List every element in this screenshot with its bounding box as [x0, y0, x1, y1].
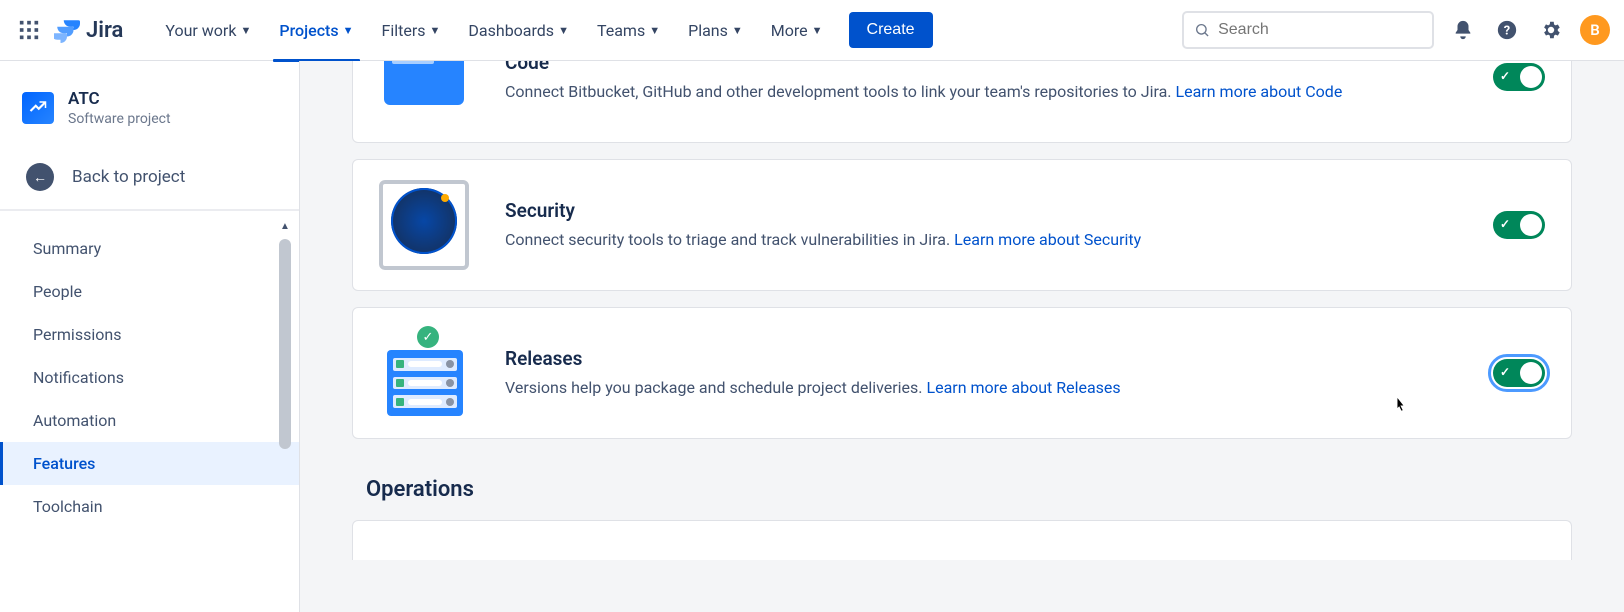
- nav-your-work[interactable]: Your work▼: [153, 0, 263, 61]
- nav-more[interactable]: More▼: [759, 0, 835, 61]
- nav-plans[interactable]: Plans▼: [676, 0, 755, 61]
- main-content: Code Connect Bitbucket, GitHub and other…: [300, 61, 1624, 612]
- feature-title: Security: [505, 199, 1457, 222]
- notifications-icon[interactable]: [1448, 15, 1478, 45]
- sidebar-item-permissions[interactable]: Permissions: [0, 313, 299, 356]
- top-nav: Jira Your work▼ Projects▼ Filters▼ Dashb…: [0, 0, 1624, 61]
- code-feature-icon: [379, 61, 469, 122]
- sidebar-list: Summary People Permissions Notifications…: [0, 221, 299, 528]
- app-switcher-icon[interactable]: [14, 15, 44, 45]
- feature-title: Code: [505, 61, 1457, 74]
- jira-logo-icon: [54, 17, 80, 43]
- toggle-security[interactable]: ✓: [1493, 211, 1545, 239]
- project-header: ATC Software project: [0, 89, 299, 153]
- sidebar-item-summary[interactable]: Summary: [0, 227, 299, 270]
- chevron-down-icon: ▼: [430, 24, 441, 37]
- settings-icon[interactable]: [1536, 15, 1566, 45]
- chevron-down-icon: ▼: [558, 24, 569, 37]
- back-label: Back to project: [72, 167, 185, 187]
- search-box[interactable]: [1182, 11, 1434, 49]
- nav-left: Jira Your work▼ Projects▼ Filters▼ Dashb…: [14, 0, 933, 61]
- security-feature-icon: [379, 180, 469, 270]
- sidebar-scroll: Summary People Permissions Notifications…: [0, 221, 299, 561]
- sidebar-item-notifications[interactable]: Notifications: [0, 356, 299, 399]
- help-icon[interactable]: ?: [1492, 15, 1522, 45]
- create-button[interactable]: Create: [849, 12, 933, 48]
- divider: [0, 209, 299, 211]
- sidebar-scrollbar[interactable]: ▲: [279, 221, 291, 561]
- search-icon: [1194, 21, 1210, 39]
- back-to-project[interactable]: ← Back to project: [0, 153, 299, 209]
- operations-section-title: Operations: [366, 477, 1572, 502]
- chevron-down-icon: ▼: [343, 24, 354, 37]
- learn-more-code[interactable]: Learn more about Code: [1176, 82, 1343, 101]
- sidebar-item-automation[interactable]: Automation: [0, 399, 299, 442]
- nav-right: ? B: [1182, 11, 1610, 49]
- svg-text:?: ?: [1504, 24, 1510, 39]
- jira-logo[interactable]: Jira: [54, 17, 123, 43]
- chevron-down-icon: ▼: [732, 24, 743, 37]
- feature-card-releases: ✓ Releases Versions help you package and…: [352, 307, 1572, 439]
- feature-card-code: Code Connect Bitbucket, GitHub and other…: [352, 61, 1572, 143]
- feature-desc: Versions help you package and schedule p…: [505, 376, 1457, 400]
- feature-desc: Connect security tools to triage and tra…: [505, 228, 1457, 252]
- releases-feature-icon: ✓: [379, 328, 469, 418]
- chevron-down-icon: ▼: [649, 24, 660, 37]
- feature-card-security: Security Connect security tools to triag…: [352, 159, 1572, 291]
- project-type: Software project: [68, 111, 171, 127]
- nav-teams[interactable]: Teams▼: [585, 0, 672, 61]
- nav-projects[interactable]: Projects▼: [267, 0, 365, 61]
- chevron-down-icon: ▼: [812, 24, 823, 37]
- learn-more-security[interactable]: Learn more about Security: [954, 230, 1141, 249]
- product-name: Jira: [86, 18, 123, 43]
- project-icon: [22, 92, 54, 124]
- feature-desc: Connect Bitbucket, GitHub and other deve…: [505, 80, 1457, 104]
- learn-more-releases[interactable]: Learn more about Releases: [926, 378, 1120, 397]
- nav-dashboards[interactable]: Dashboards▼: [456, 0, 581, 61]
- search-input[interactable]: [1218, 21, 1422, 39]
- sidebar: ATC Software project ← Back to project S…: [0, 61, 300, 612]
- nav-filters[interactable]: Filters▼: [370, 0, 453, 61]
- body: ATC Software project ← Back to project S…: [0, 61, 1624, 612]
- operations-card-partial: [352, 520, 1572, 560]
- back-arrow-icon: ←: [26, 163, 54, 191]
- sidebar-item-features[interactable]: Features: [0, 442, 299, 485]
- scroll-thumb[interactable]: [279, 239, 291, 449]
- project-name: ATC: [68, 89, 171, 109]
- chevron-down-icon: ▼: [240, 24, 251, 37]
- user-avatar[interactable]: B: [1580, 15, 1610, 45]
- scroll-up-icon[interactable]: ▲: [279, 221, 291, 233]
- toggle-releases[interactable]: ✓: [1493, 359, 1545, 387]
- sidebar-item-toolchain[interactable]: Toolchain: [0, 485, 299, 528]
- sidebar-item-people[interactable]: People: [0, 270, 299, 313]
- feature-title: Releases: [505, 347, 1457, 370]
- toggle-code[interactable]: ✓: [1493, 63, 1545, 91]
